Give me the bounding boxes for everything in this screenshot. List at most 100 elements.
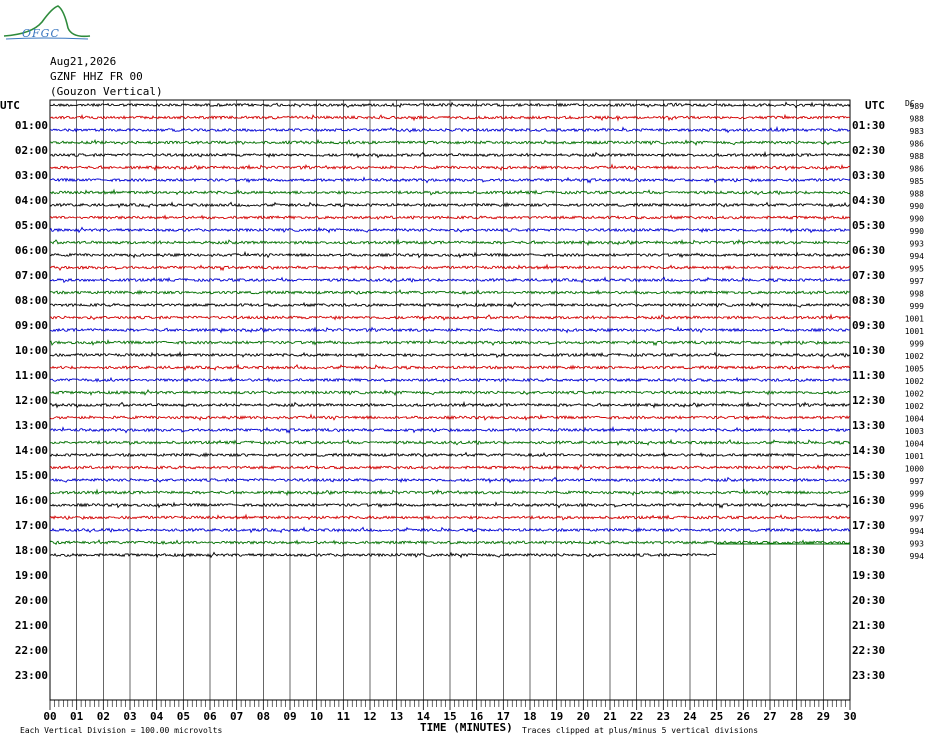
right-hour-label: 13:30	[852, 419, 885, 432]
x-tick-label: 21	[603, 710, 617, 723]
dc-offset-value: 983	[910, 127, 925, 136]
x-tick-label: 28	[790, 710, 803, 723]
right-hour-label: 02:30	[852, 144, 885, 157]
left-hour-label: 15:00	[15, 469, 48, 482]
x-tick-label: 22	[630, 710, 643, 723]
x-tick-label: 23	[657, 710, 670, 723]
dc-offset-value: 998	[910, 290, 925, 299]
dc-offset-value: 1002	[905, 352, 924, 361]
x-tick-label: 13	[390, 710, 403, 723]
right-hour-label: 15:30	[852, 469, 885, 482]
x-tick-label: 10	[310, 710, 323, 723]
left-hour-label: 19:00	[15, 569, 48, 582]
left-hour-label: 22:00	[15, 644, 48, 657]
dc-offset-value: 985	[910, 177, 925, 186]
left-hour-label: 03:00	[15, 169, 48, 182]
right-hour-label: 19:30	[852, 569, 885, 582]
x-tick-label: 04	[150, 710, 164, 723]
right-hour-label: 03:30	[852, 169, 885, 182]
x-tick-label: 00	[43, 710, 56, 723]
left-hour-label: 10:00	[15, 344, 48, 357]
x-tick-label: 18	[523, 710, 536, 723]
left-hour-label: 20:00	[15, 594, 48, 607]
dc-offset-value: 997	[910, 515, 925, 524]
dc-offset-value: 997	[910, 477, 925, 486]
utc-left-label: UTC	[0, 99, 20, 112]
logo-text: OFGC	[22, 27, 60, 40]
right-hour-label: 16:30	[852, 494, 885, 507]
utc-right-label: UTC	[865, 99, 885, 112]
left-hour-label: 18:00	[15, 544, 48, 557]
x-tick-label: 12	[363, 710, 376, 723]
x-tick-label: 09	[283, 710, 296, 723]
left-hour-label: 04:00	[15, 194, 48, 207]
x-tick-label: 05	[177, 710, 190, 723]
dc-offset-value: 990	[910, 215, 925, 224]
dc-offset-value: 1000	[905, 465, 924, 474]
dc-offset-value: 1003	[905, 427, 924, 436]
dc-offset-value: 988	[910, 152, 925, 161]
dc-offset-value: 988	[910, 190, 925, 199]
right-hour-label: 22:30	[852, 644, 885, 657]
x-tick-label: 02	[97, 710, 110, 723]
dc-offset-value: 993	[910, 540, 925, 549]
dc-offset-value: 1001	[905, 452, 924, 461]
dc-offset-value: 1005	[905, 365, 924, 374]
left-hour-label: 14:00	[15, 444, 48, 457]
scale-note: Each Vertical Division = 100.00 microvol…	[20, 726, 222, 735]
right-hour-label: 09:30	[852, 319, 885, 332]
left-hour-label: 23:00	[15, 669, 48, 682]
right-hour-label: 07:30	[852, 269, 885, 282]
x-tick-label: 19	[550, 710, 563, 723]
dc-offset-value: 999	[910, 302, 925, 311]
dc-offset-value: 990	[910, 227, 925, 236]
right-hour-label: 18:30	[852, 544, 885, 557]
right-hour-label: 12:30	[852, 394, 885, 407]
right-hour-label: 14:30	[852, 444, 885, 457]
x-tick-label: 20	[577, 710, 590, 723]
dc-offset-value: 995	[910, 265, 925, 274]
left-hour-label: 08:00	[15, 294, 48, 307]
dc-offset-value: 1001	[905, 315, 924, 324]
helicorder-plot: 00 01 02 03 04 05 06 07 08 09 10 11 12 13 14 15 16 17 18 19…	[0, 99, 925, 735]
dc-offset-value: 994	[910, 527, 925, 536]
dc-offset-value: 1002	[905, 377, 924, 386]
right-hour-label: 05:30	[852, 219, 885, 232]
x-tick-label: 06	[203, 710, 217, 723]
dc-offset-value: 999	[910, 340, 925, 349]
x-tick-label: 11	[337, 710, 351, 723]
left-hour-label: 13:00	[15, 419, 48, 432]
left-hour-label: 06:00	[15, 244, 48, 257]
seismic-trace	[49, 551, 717, 559]
right-hour-label: 04:30	[852, 194, 885, 207]
dc-offset-value: 986	[910, 140, 925, 149]
x-tick-label: 26	[737, 710, 751, 723]
dc-offset-value: 990	[910, 202, 925, 211]
left-hour-label: 05:00	[15, 219, 48, 232]
right-hour-label: 20:30	[852, 594, 885, 607]
dc-offset-value: 1002	[905, 390, 924, 399]
clip-note: Traces clipped at plus/minus 5 vertical …	[522, 726, 758, 735]
dc-offset-value: 1004	[905, 415, 924, 424]
x-tick-label: 30	[843, 710, 856, 723]
right-hour-label: 17:30	[852, 519, 885, 532]
x-axis-title: TIME (MINUTES)	[420, 721, 513, 734]
left-hour-label: 09:00	[15, 319, 48, 332]
x-tick-label: 07	[230, 710, 243, 723]
dc-offset-value: 1002	[905, 402, 924, 411]
station-code: GZNF HHZ FR 00	[50, 70, 143, 83]
x-tick-label: 03	[123, 710, 136, 723]
dc-offset-value: 993	[910, 240, 925, 249]
dc-offset-value: 1001	[905, 327, 924, 336]
left-hour-label: 02:00	[15, 144, 48, 157]
station-location: (Gouzon Vertical)	[50, 85, 163, 98]
right-hour-label: 01:30	[852, 119, 885, 132]
left-hour-label: 07:00	[15, 269, 48, 282]
x-tick-label: 25	[710, 710, 723, 723]
record-date: Aug21,2026	[50, 55, 117, 68]
x-tick-label: 24	[683, 710, 697, 723]
left-hour-label: 11:00	[15, 369, 48, 382]
dc-offset-value: 997	[910, 277, 925, 286]
dc-offset-value: 994	[910, 552, 925, 561]
x-tick-label: 01	[70, 710, 84, 723]
